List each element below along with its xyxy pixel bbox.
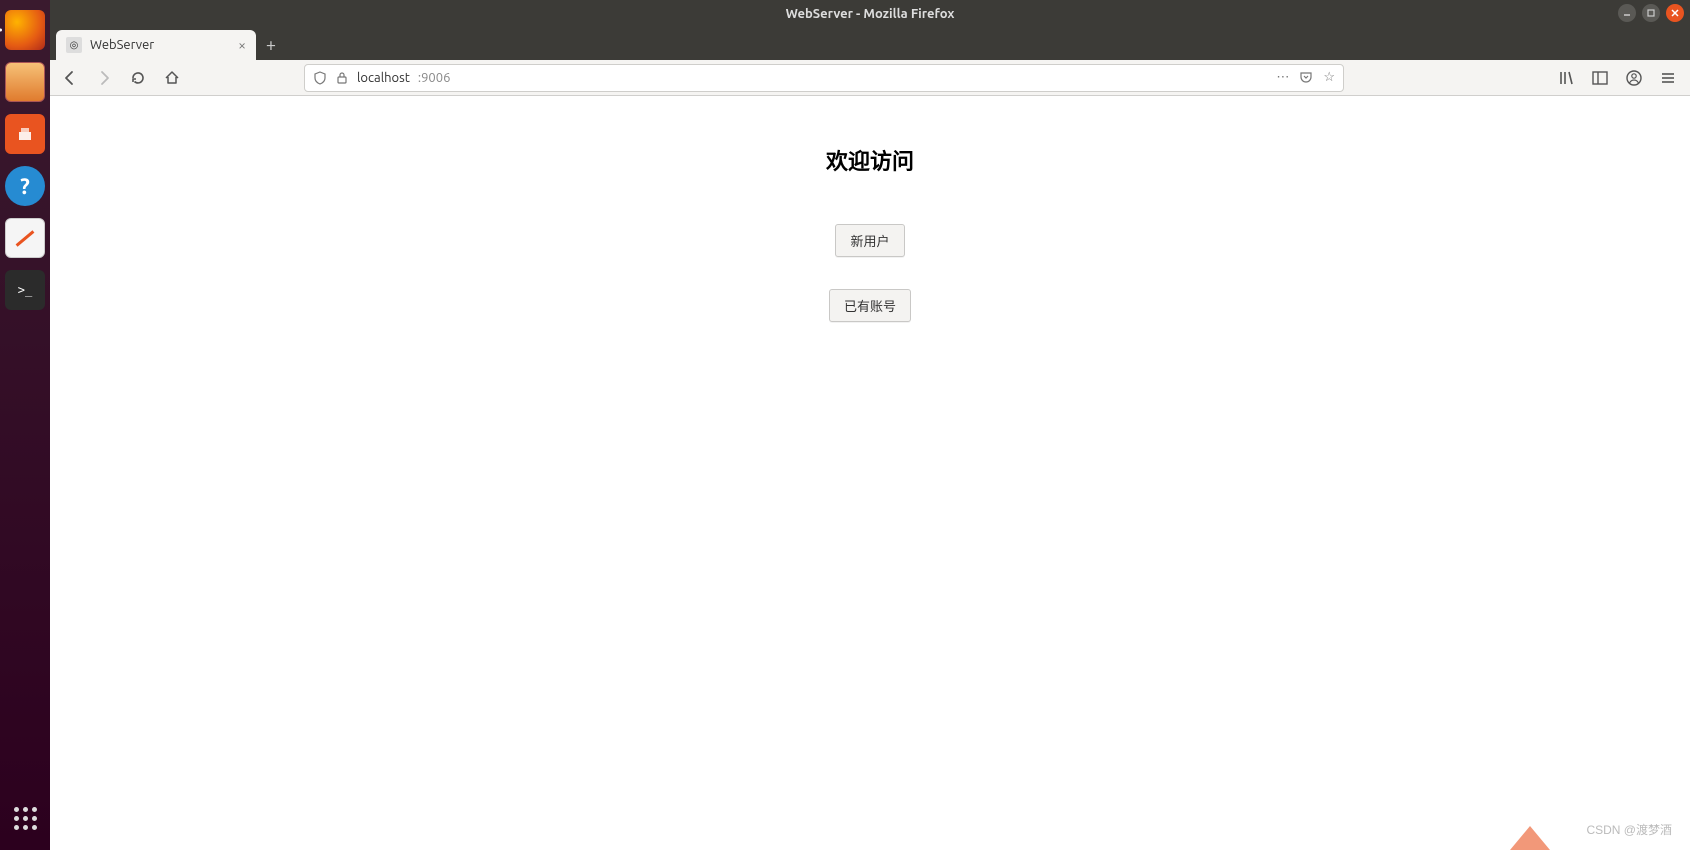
apps-grid-icon — [14, 807, 37, 830]
new-tab-button[interactable]: + — [256, 30, 286, 60]
shield-icon — [313, 71, 327, 85]
tab-favicon-icon: ◎ — [66, 37, 82, 53]
hamburger-menu-icon[interactable] — [1658, 68, 1678, 88]
sidebar-icon[interactable] — [1590, 68, 1610, 88]
window-close-button[interactable] — [1666, 4, 1684, 22]
dock-help-icon[interactable]: ? — [5, 166, 45, 206]
window-controls — [1618, 4, 1684, 22]
browser-tab[interactable]: ◎ WebServer × — [56, 30, 256, 60]
dock-software-icon[interactable] — [5, 114, 45, 154]
window-minimize-button[interactable] — [1618, 4, 1636, 22]
page-heading: 欢迎访问 — [826, 144, 914, 176]
dock-apps-button[interactable] — [0, 798, 50, 838]
url-host: localhost — [357, 71, 410, 85]
dock-files-icon[interactable] — [5, 62, 45, 102]
page-viewport: 欢迎访问 新用户 已有账号 CSDN @渡梦酒 — [50, 96, 1690, 850]
url-port: :9006 — [418, 71, 451, 85]
pocket-icon[interactable] — [1299, 70, 1313, 85]
bookmark-star-icon[interactable]: ☆ — [1323, 70, 1335, 85]
page-actions-icon[interactable]: ⋯ — [1276, 70, 1289, 85]
toolbar-right — [1556, 68, 1682, 88]
ubuntu-dock: ? >_ — [0, 0, 50, 850]
nav-reload-button[interactable] — [126, 66, 150, 90]
nav-forward-button[interactable] — [92, 66, 116, 90]
dock-terminal-icon[interactable]: >_ — [5, 270, 45, 310]
browser-tabstrip: ◎ WebServer × + — [50, 28, 1690, 60]
dock-firefox-icon[interactable] — [5, 10, 45, 50]
window-maximize-button[interactable] — [1642, 4, 1660, 22]
new-user-button[interactable]: 新用户 — [835, 224, 904, 257]
tab-title: WebServer — [90, 38, 154, 52]
account-icon[interactable] — [1624, 68, 1644, 88]
watermark-text: CSDN @渡梦酒 — [1586, 821, 1672, 838]
window-title: WebServer - Mozilla Firefox — [786, 7, 955, 21]
nav-back-button[interactable] — [58, 66, 82, 90]
urlbar-actions: ⋯ ☆ — [1276, 70, 1335, 85]
dock-texteditor-icon[interactable] — [5, 218, 45, 258]
lock-icon — [335, 71, 349, 85]
window-titlebar: WebServer - Mozilla Firefox — [50, 0, 1690, 28]
library-icon[interactable] — [1556, 68, 1576, 88]
browser-navbar: localhost :9006 ⋯ ☆ — [50, 60, 1690, 96]
decorative-triangle-icon — [1510, 826, 1550, 850]
desktop: ? >_ WebServer - Mozilla Firefox ◎ Web — [0, 0, 1690, 850]
nav-home-button[interactable] — [160, 66, 184, 90]
existing-account-button[interactable]: 已有账号 — [829, 289, 911, 322]
tab-close-button[interactable]: × — [238, 37, 246, 53]
url-bar[interactable]: localhost :9006 ⋯ ☆ — [304, 64, 1344, 92]
